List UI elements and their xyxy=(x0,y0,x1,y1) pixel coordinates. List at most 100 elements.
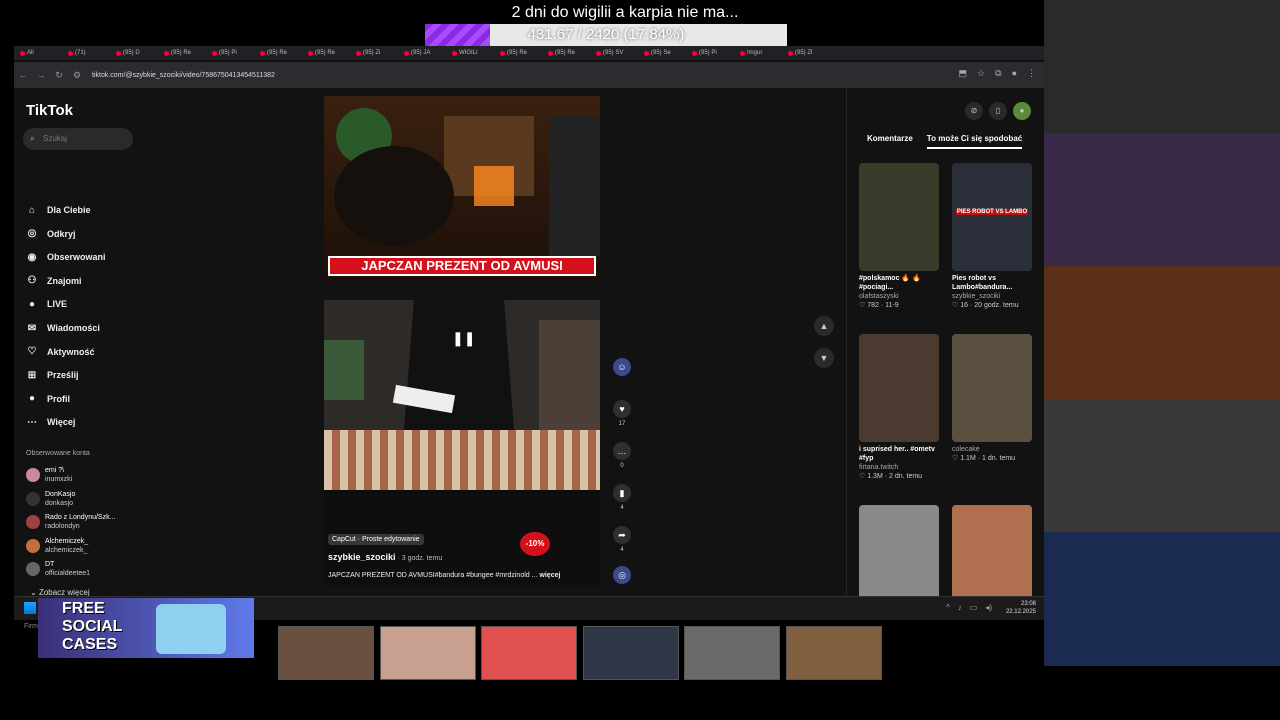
windows-start-icon[interactable] xyxy=(24,602,36,614)
panel-icons: ⊘ ▯ ● xyxy=(965,102,1031,120)
save-button[interactable]: ▮ 4 xyxy=(611,484,633,511)
sidebar-item[interactable]: ⚇ Znajomi xyxy=(26,271,82,291)
bookmark-star-icon[interactable]: ☆ xyxy=(977,68,985,79)
browser-toolbar-icons: ⬒ ☆ ⧉ ● ⋮ xyxy=(959,68,1036,79)
browser-tab[interactable]: (95) Pi xyxy=(212,48,258,58)
sidebar-item-label: Znajomi xyxy=(47,275,82,286)
browser-tab[interactable]: (71) xyxy=(68,48,114,58)
sidebar-item[interactable]: ♡ Aktywność xyxy=(26,342,95,362)
clock-time: 23:08 xyxy=(1020,601,1036,607)
comment-button[interactable]: … 0 xyxy=(611,442,633,469)
browser-tab[interactable]: (95) Re xyxy=(500,48,546,58)
browser-tab[interactable]: (95) Zi xyxy=(356,48,402,58)
video-caption: JAPCZAN PREZENT OD AVMUSI#bandura #bunge… xyxy=(328,572,538,579)
menu-icon[interactable]: ⋮ xyxy=(1027,68,1036,79)
account-name: DonKasjo xyxy=(45,490,76,498)
sidebar-item-label: Więcej xyxy=(47,417,76,428)
sidebar-item-label: Aktywność xyxy=(47,346,95,357)
pause-icon[interactable]: ❚❚ xyxy=(452,330,475,347)
site-info-icon[interactable]: ⚙ xyxy=(68,70,86,81)
caption-more-link[interactable]: więcej xyxy=(539,572,560,579)
browser-tab[interactable]: (95) Re xyxy=(164,48,210,58)
stream-overlay-title: 2 dni do wigilii a karpia nie ma... xyxy=(511,4,739,21)
previous-video-button[interactable]: ▲ xyxy=(814,316,834,336)
video-author[interactable]: szybkie_szociki xyxy=(328,552,396,562)
followed-account[interactable]: DT officialdeetee1 xyxy=(26,560,90,578)
sidebar-item[interactable]: ⌂ Dla Ciebie xyxy=(26,200,91,220)
browser-tab[interactable]: (95) Re xyxy=(548,48,594,58)
webcam-feed xyxy=(1044,399,1280,532)
browser-tab[interactable]: All xyxy=(20,48,66,58)
webcam-feed xyxy=(1044,266,1280,399)
chevron-up-icon[interactable]: ^ xyxy=(946,603,950,612)
sidebar-item-label: LIVE xyxy=(47,299,68,310)
tiktok-logo[interactable]: TikTok xyxy=(26,102,73,119)
video-player-previous[interactable]: JAPCZAN PREZENT OD AVMUSI xyxy=(324,96,600,282)
recommended-video-card[interactable]: colecake ♡ 1.1M · 1 dn. temu xyxy=(952,334,1032,464)
browser-tab[interactable]: WIGILI xyxy=(452,48,498,58)
forward-icon[interactable]: → xyxy=(32,70,50,80)
avatar xyxy=(26,562,40,576)
more-icon: ⋯ xyxy=(27,416,37,428)
no-entry-icon[interactable]: ⊘ xyxy=(965,102,983,120)
promo-line-3: CASES xyxy=(62,636,118,653)
recommended-video-card[interactable]: i suprised her.. #ometv #fyp firtana.twit… xyxy=(859,334,939,482)
reload-icon[interactable]: ↻ xyxy=(50,70,68,81)
user-avatar-icon[interactable]: ● xyxy=(1013,102,1031,120)
creator-avatar[interactable]: ☺ xyxy=(611,358,633,379)
like-button[interactable]: ♥ 17 xyxy=(611,400,633,427)
card-stats: ♡ 16 · 20 godz. temu xyxy=(952,302,1019,309)
followed-account[interactable]: emi ?\ inumxzki xyxy=(26,466,72,484)
save-count: 4 xyxy=(620,505,624,511)
extensions-icon[interactable]: ⧉ xyxy=(995,68,1001,79)
sidebar-item[interactable]: ◎ Odkryj xyxy=(26,224,76,244)
sidebar-item[interactable]: ✉ Wiadomości xyxy=(26,318,100,338)
sidebar-item[interactable]: ● LIVE xyxy=(26,294,67,314)
browser-tab[interactable]: (95) SV xyxy=(596,48,642,58)
back-icon[interactable]: ← xyxy=(14,70,32,80)
volume-icon[interactable]: ◂) xyxy=(985,603,992,612)
recommended-video-card[interactable]: PIES ROBOT VS LAMBO Pies robot vs Lambo#b… xyxy=(952,163,1032,311)
browser-tab[interactable]: (95) D xyxy=(116,48,162,58)
sidebar-item[interactable]: ⋯ Więcej xyxy=(26,412,75,432)
search-input[interactable]: Szukaj xyxy=(23,128,133,150)
browser-tab[interactable]: (95) Zl xyxy=(788,48,834,58)
profile-icon[interactable]: ● xyxy=(1012,68,1017,79)
video-time: · 3 godz. temu xyxy=(395,555,443,562)
followed-account[interactable]: Alchemiczek_ alchemiczek_ xyxy=(26,537,88,555)
phone-icon[interactable]: ▯ xyxy=(989,102,1007,120)
tab-similar[interactable]: To może Ci się spodobać xyxy=(926,134,1023,149)
browser-tab[interactable]: (95) Se xyxy=(644,48,690,58)
sidebar-item[interactable]: ⊞ Prześlij xyxy=(26,365,79,385)
browser-tab[interactable]: Imgur xyxy=(740,48,786,58)
following-icon: ◉ xyxy=(27,251,37,263)
browser-tab[interactable]: (95) JA xyxy=(404,48,450,58)
video-player-current[interactable]: ❚❚ -10% CapCut · Proste edytowanie szybk… xyxy=(324,300,600,586)
avatar xyxy=(26,538,40,553)
url-field[interactable]: tiktok.com/@szybkie_szociki/video/758675… xyxy=(92,72,275,79)
music-disc-icon: ◎ xyxy=(613,566,631,584)
share-button[interactable]: ➦ 4 xyxy=(611,526,633,553)
mic-icon[interactable]: ♪ xyxy=(958,603,962,612)
comment-icon: … xyxy=(613,442,631,460)
browser-tab[interactable]: (95) Pi xyxy=(692,48,738,58)
network-icon[interactable]: ▭ xyxy=(970,603,978,612)
tab-comments[interactable]: Komentarze xyxy=(867,134,913,149)
browser-tab[interactable]: (95) Re xyxy=(260,48,306,58)
emote-tile xyxy=(684,626,780,680)
next-video-button[interactable]: ▼ xyxy=(814,348,834,368)
followed-account[interactable]: DonKasjo donkasjo xyxy=(26,490,75,508)
install-icon[interactable]: ⬒ xyxy=(959,68,968,79)
taskbar-clock[interactable]: 23:08 22.12.2025 xyxy=(1006,600,1036,616)
followed-account[interactable]: Rado z Londynu/Szk... radolondyn xyxy=(26,513,115,531)
tab-favicon-icon xyxy=(260,50,265,56)
sidebar-item[interactable]: ● Profil xyxy=(26,389,70,409)
like-count: 17 xyxy=(618,421,626,427)
recommended-video-card[interactable]: #polskamoc 🔥 🔥 #pociagi... olafstaszyski ♡… xyxy=(859,163,939,311)
sidebar-item-label: Dla Ciebie xyxy=(47,205,91,215)
music-disc[interactable]: ◎ xyxy=(611,566,633,587)
sidebar-item[interactable]: ◉ Obserwowani xyxy=(26,247,106,267)
tab-favicon-icon xyxy=(500,50,505,56)
browser-tab[interactable]: (95) Re xyxy=(308,48,354,58)
capcut-label[interactable]: CapCut · Proste edytowanie xyxy=(328,534,424,545)
